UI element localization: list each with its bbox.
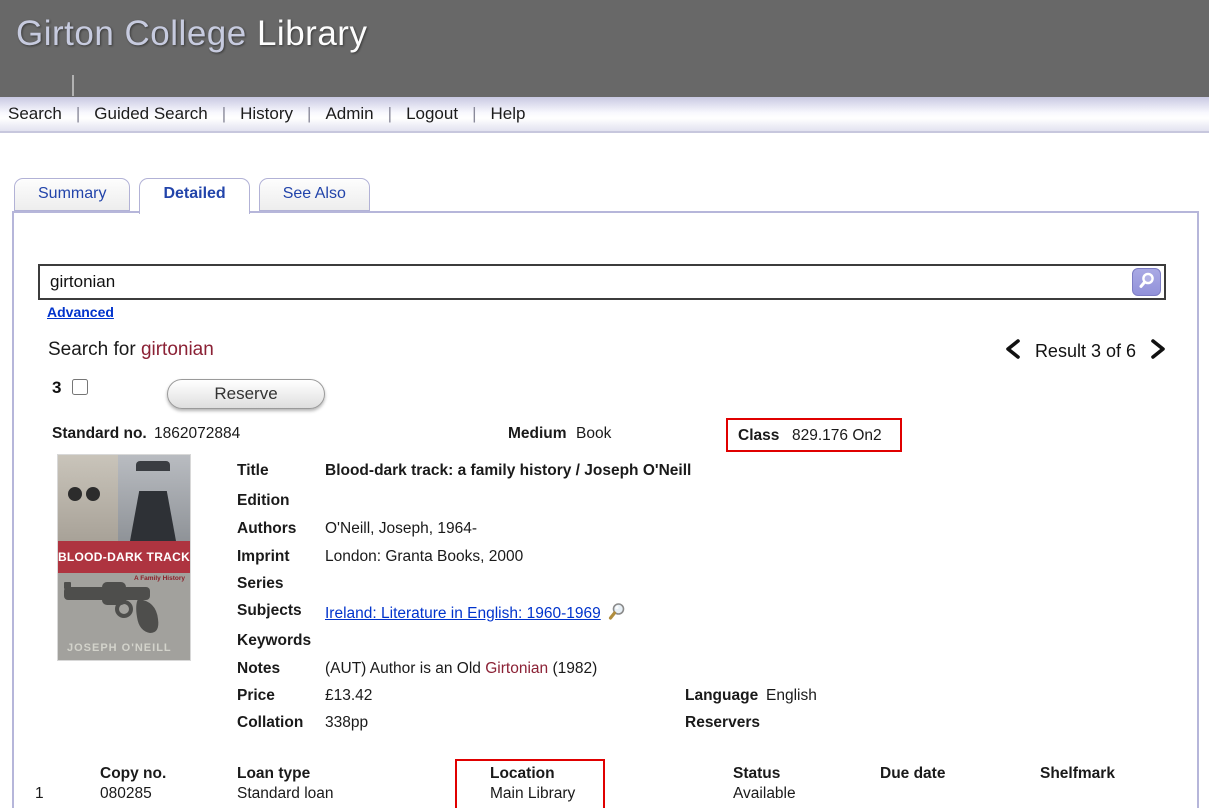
next-result-icon[interactable]: [1150, 339, 1167, 364]
status-value: Available: [733, 785, 796, 803]
copies-header-copy-no: Copy no.: [100, 765, 166, 783]
field-subjects-label: Subjects: [237, 602, 321, 620]
nav-item-history[interactable]: History: [226, 104, 307, 124]
page-title: Girton College Library: [16, 14, 367, 54]
field-imprint-value: London: Granta Books, 2000: [325, 548, 523, 566]
main-nav: Search | Guided Search | History | Admin…: [0, 97, 1209, 133]
notes-post: (1982): [548, 660, 597, 677]
hat-shape: [136, 461, 170, 471]
copies-header-loan-type: Loan type: [237, 765, 310, 783]
field-collation-label: Collation: [237, 714, 321, 732]
copies-header-status: Status: [733, 765, 780, 783]
field-imprint-label: Imprint: [237, 548, 321, 566]
page-title-library: Library: [247, 14, 368, 53]
select-record-checkbox[interactable]: [72, 379, 88, 395]
location-annotation-box: [455, 759, 605, 808]
app-header: Girton College Library: [0, 0, 1209, 97]
record-tabs: Summary Detailed See Also: [14, 178, 379, 214]
nav-item-guided-search[interactable]: Guided Search: [80, 104, 221, 124]
header-divider-tick: [72, 75, 74, 96]
loan-type-value: Standard loan: [237, 785, 334, 803]
field-notes-value: (AUT) Author is an Old Girtonian (1982): [325, 660, 597, 678]
cover-photo-right: [118, 455, 190, 541]
class-annotation-box: Class 829.176 On2: [726, 418, 902, 452]
copies-header-due-date: Due date: [880, 765, 945, 783]
tab-summary[interactable]: Summary: [14, 178, 130, 211]
nav-item-help[interactable]: Help: [476, 104, 539, 124]
result-pager: Result 3 of 6: [1004, 339, 1167, 364]
field-title-label: Title: [237, 462, 321, 480]
field-title-value: Blood-dark track: a family history / Jos…: [325, 462, 691, 480]
search-button[interactable]: [1132, 268, 1161, 296]
cover-title-band: BLOOD-DARK TRACK: [58, 541, 190, 573]
prev-result-icon[interactable]: [1004, 339, 1021, 364]
class-label: Class: [738, 427, 779, 445]
suit-shape: [130, 491, 176, 541]
field-notes-label: Notes: [237, 660, 321, 678]
copy-row-number: 1: [35, 785, 44, 803]
pager-text: Result 3 of 6: [1035, 341, 1136, 362]
field-authors-label: Authors: [237, 520, 321, 538]
language-value: English: [766, 687, 817, 705]
glasses-shape: [68, 487, 108, 501]
copies-header-shelfmark: Shelfmark: [1040, 765, 1115, 783]
copy-no-value: 080285: [100, 785, 152, 803]
medium-value: Book: [576, 425, 611, 443]
language-label: Language: [685, 687, 758, 705]
cover-author: JOSEPH O'NEILL: [67, 642, 172, 654]
field-keywords-label: Keywords: [237, 632, 321, 650]
search-box: [38, 264, 1166, 300]
tab-see-also[interactable]: See Also: [259, 178, 370, 211]
nav-item-admin[interactable]: Admin: [311, 104, 387, 124]
revolver-silhouette: [58, 573, 190, 635]
field-subjects-value: Ireland: Literature in English: 1960-196…: [325, 602, 626, 626]
magnifier-icon: [1137, 271, 1157, 294]
reservers-label: Reservers: [685, 714, 760, 732]
cover-title: BLOOD-DARK TRACK: [58, 550, 190, 564]
cover-photos: [58, 455, 190, 541]
field-price-label: Price: [237, 687, 321, 705]
subject-search-icon[interactable]: [607, 602, 626, 626]
field-collation-value: 338pp: [325, 714, 368, 732]
reserve-button[interactable]: Reserve: [167, 379, 325, 409]
field-price-value: £13.42: [325, 687, 372, 705]
page-title-college: Girton College: [16, 14, 247, 53]
tab-detailed[interactable]: Detailed: [139, 178, 249, 214]
field-authors-value: O'Neill, Joseph, 1964-: [325, 520, 477, 538]
search-for-label: Search for: [48, 339, 141, 360]
search-for-text: Search for girtonian: [48, 339, 214, 361]
field-series-label: Series: [237, 575, 321, 593]
result-row-number: 3: [52, 378, 61, 398]
class-value: 829.176 On2: [792, 427, 882, 445]
cover-photo-left: [58, 455, 118, 541]
advanced-search-link[interactable]: Advanced: [47, 304, 114, 320]
detailed-panel: Advanced Search for girtonian Result 3 o…: [12, 211, 1199, 808]
notes-highlighted-term: Girtonian: [485, 660, 548, 677]
field-edition-label: Edition: [237, 492, 321, 510]
search-input[interactable]: [40, 266, 1164, 298]
notes-pre: (AUT) Author is an Old: [325, 660, 485, 677]
subject-link[interactable]: Ireland: Literature in English: 1960-196…: [325, 605, 601, 622]
nav-item-search[interactable]: Search: [0, 104, 76, 124]
search-term: girtonian: [141, 339, 214, 360]
standard-no-value: 1862072884: [154, 425, 240, 443]
nav-item-logout[interactable]: Logout: [392, 104, 472, 124]
book-cover-image: BLOOD-DARK TRACK A Family History JOSEPH…: [58, 455, 190, 660]
medium-label: Medium: [508, 425, 567, 443]
standard-no-label: Standard no.: [52, 425, 147, 443]
